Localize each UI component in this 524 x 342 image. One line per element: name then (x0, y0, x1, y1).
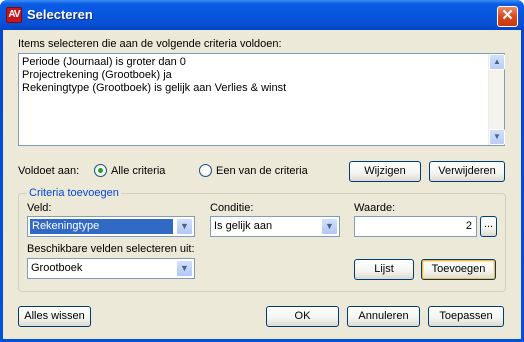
field-selected-value: Rekeningtype (30, 219, 173, 234)
available-fields-label: Beschikbare velden selecteren uit: (27, 243, 195, 255)
apply-button[interactable]: Toepassen (428, 306, 504, 327)
vertical-scrollbar[interactable]: ▲ ▼ (488, 54, 505, 145)
condition-label: Conditie: (210, 202, 254, 214)
dialog-body: Items selecteren die aan de volgende cri… (3, 30, 521, 339)
available-fields-combobox[interactable]: Grootboek ▼ (27, 258, 195, 279)
field-combobox[interactable]: Rekeningtype ▼ (27, 216, 195, 237)
cancel-button[interactable]: Annuleren (347, 306, 420, 327)
value-picker-button[interactable]: ... (480, 216, 497, 237)
window-title: Selecteren (27, 7, 93, 22)
criteria-list-label: Items selecteren die aan de volgende cri… (18, 38, 282, 50)
scroll-up-icon[interactable]: ▲ (489, 54, 505, 70)
chevron-down-icon[interactable]: ▼ (176, 218, 193, 235)
radio-any-criterion-label[interactable]: Een van de criteria (216, 165, 308, 177)
criteria-item[interactable]: Projectrekening (Grootboek) ja (22, 69, 286, 82)
value-input[interactable]: 2 (354, 216, 477, 237)
ok-button[interactable]: OK (266, 306, 339, 327)
criteria-item[interactable]: Rekeningtype (Grootboek) is gelijk aan V… (22, 82, 286, 95)
radio-any-criterion[interactable] (199, 164, 212, 177)
chevron-down-icon[interactable]: ▼ (176, 260, 193, 277)
app-logo-icon: AV (6, 7, 22, 23)
available-fields-selected-value: Grootboek (31, 262, 83, 274)
clear-all-button[interactable]: Alles wissen (18, 306, 91, 327)
title-bar[interactable]: AV Selecteren ✕ (0, 0, 524, 30)
value-label: Waarde: (354, 202, 396, 214)
change-button[interactable]: Wijzigen (349, 161, 421, 182)
criteria-item[interactable]: Periode (Journaal) is groter dan 0 (22, 56, 286, 69)
criteria-listbox[interactable]: Periode (Journaal) is groter dan 0 Proje… (18, 53, 505, 146)
close-button[interactable]: ✕ (497, 6, 518, 27)
radio-all-criteria-label[interactable]: Alle criteria (111, 165, 165, 177)
add-criteria-group-title: Criteria toevoegen (27, 187, 121, 199)
list-button[interactable]: Lijst (354, 259, 414, 280)
value-input-text: 2 (465, 220, 472, 232)
condition-selected-value: Is gelijk aan (214, 220, 273, 232)
field-label: Veld: (27, 202, 52, 214)
remove-button[interactable]: Verwijderen (429, 161, 505, 182)
scroll-down-icon[interactable]: ▼ (489, 129, 505, 145)
selecteren-dialog: AV Selecteren ✕ Items selecteren die aan… (0, 0, 524, 342)
match-label: Voldoet aan: (18, 165, 80, 177)
radio-all-criteria[interactable] (94, 164, 107, 177)
chevron-down-icon[interactable]: ▼ (321, 218, 338, 235)
add-button[interactable]: Toevoegen (421, 259, 496, 280)
condition-combobox[interactable]: Is gelijk aan ▼ (210, 216, 340, 237)
